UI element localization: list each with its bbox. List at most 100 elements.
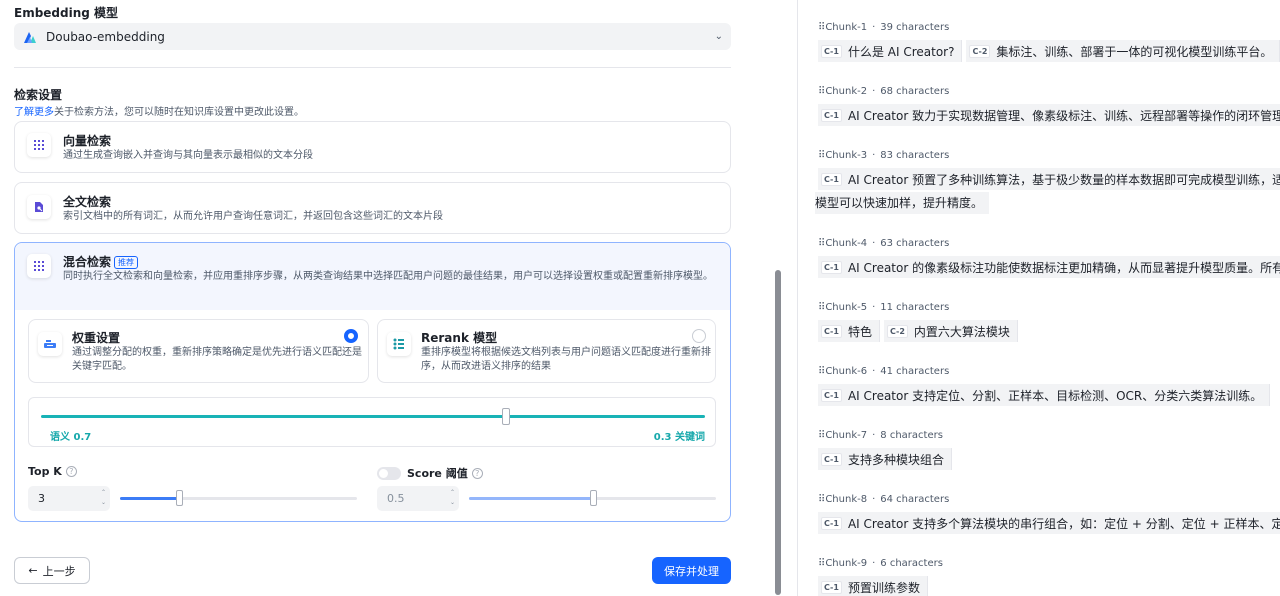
doubao-logo-icon	[24, 31, 36, 43]
segment-text: AI Creator 预置了多种训练算法，基于极少数量的样本数据即可完成模型训练…	[847, 172, 1280, 187]
chunk-segment[interactable]: C-1 AI Creator 的像素级标注功能使数据标注更加精确，从而显著提升模型…	[818, 256, 1280, 278]
chunk-separator: ·	[872, 302, 876, 313]
weight-setting-title: 权重设置	[72, 331, 121, 345]
save-and-process-button[interactable]: 保存并处理	[652, 557, 731, 584]
chunk-item[interactable]: ⠿ Chunk-4 · 63 characters C-1 AI Creator 的像素级…	[818, 238, 1280, 278]
chunk-name: Chunk-5	[825, 302, 868, 313]
topk-slider-knob[interactable]	[176, 490, 184, 506]
topk-label: Top K?	[28, 465, 77, 478]
score-slider-knob[interactable]	[589, 490, 597, 506]
topk-input[interactable]: 3 ⌃ ⌄	[28, 486, 110, 511]
chunk-segment[interactable]: C-1 AI Creator 致力于实现数据管理、像素级标注、训练、远程部署等操作…	[818, 104, 1280, 126]
chunk-segment[interactable]: C-2 集标注、训练、部署于一体的可视化模型训练平台。	[966, 40, 1280, 62]
section-divider	[14, 67, 731, 68]
rerank-icon	[387, 332, 411, 356]
chunk-segments: C-1 特色 C-2 内置六大算法模块	[818, 320, 1280, 342]
drag-grip-icon[interactable]: ⠿	[818, 302, 825, 313]
score-toggle[interactable]	[377, 466, 401, 480]
chunk-char-count: 11 characters	[880, 302, 950, 313]
chunk-char-count: 41 characters	[880, 366, 950, 377]
chunk-item[interactable]: ⠿ Chunk-3 · 83 characters C-1 AI Creator 预置了多…	[815, 150, 1280, 214]
help-icon[interactable]: ?	[471, 467, 483, 479]
segment-badge: C-1	[821, 324, 842, 338]
chunk-char-count: 64 characters	[880, 494, 950, 505]
chunk-segment[interactable]: C-1 AI Creator 支持定位、分割、正样本、目标检测、OCR、分类六类算…	[818, 384, 1271, 406]
chunk-header: ⠿ Chunk-6 · 41 characters	[818, 366, 1280, 377]
chunk-preview-pane: ⠿ Chunk-1 · 39 characters C-1 什么是 AI Creator?…	[797, 0, 1280, 596]
embedding-title: Embedding 模型	[14, 6, 119, 20]
chunk-segments: C-1 预置训练参数	[818, 576, 1280, 596]
scrollbar-thumb[interactable]	[775, 270, 781, 595]
chunk-item[interactable]: ⠿ Chunk-8 · 64 characters C-1 AI Creator 支持多个…	[818, 494, 1280, 534]
weight-setting-option[interactable]: 权重设置 通过调整分配的权重，重新排序策略确定是优先进行语义匹配还是关键字匹配。	[28, 319, 369, 383]
chunk-segment[interactable]: C-1 预置训练参数	[818, 576, 928, 596]
stepper-arrows-icon[interactable]: ⌃ ⌄	[450, 488, 455, 508]
chunk-separator: ·	[872, 430, 876, 441]
retrieval-hint-text: 关于检索方法，您可以随时在知识库设置中更改此设置。	[54, 107, 304, 118]
stepper-arrows-icon[interactable]: ⌃ ⌄	[101, 488, 106, 508]
chunk-item[interactable]: ⠿ Chunk-2 · 68 characters C-1 AI Creator 致力于实…	[818, 86, 1280, 126]
topk-value: 3	[38, 492, 45, 505]
chunk-item[interactable]: ⠿ Chunk-5 · 11 characters C-1 特色 C-2 内置六大算法模块	[818, 302, 1280, 342]
chunk-item[interactable]: ⠿ Chunk-1 · 39 characters C-1 什么是 AI Creator?…	[818, 22, 1280, 62]
chunk-segment[interactable]: C-1 AI Creator 预置了多种训练算法，基于极少数量的样本数据即可完成模…	[818, 168, 1280, 190]
chunk-header: ⠿ Chunk-3 · 83 characters	[818, 150, 1280, 161]
semantic-weight-label: 语义 0.7	[50, 432, 92, 443]
segment-text: 内置六大算法模块	[913, 324, 1010, 339]
chunk-header: ⠿ Chunk-4 · 63 characters	[818, 238, 1280, 249]
chunk-header: ⠿ Chunk-2 · 68 characters	[818, 86, 1280, 97]
drag-grip-icon[interactable]: ⠿	[818, 150, 825, 161]
chunk-char-count: 68 characters	[880, 86, 950, 97]
fulltext-search-desc: 索引文档中的所有词汇，从而允许用户查询任意词汇，并返回包含这些词汇的文本片段	[63, 211, 443, 222]
score-input[interactable]: 0.5 ⌃ ⌄	[377, 486, 459, 511]
chunk-segment[interactable]: C-1 什么是 AI Creator?	[818, 40, 963, 62]
settings-pane: Embedding 模型 Doubao-embedding ⌄ 检索设置 了解更…	[0, 0, 775, 596]
drag-grip-icon[interactable]: ⠿	[818, 494, 825, 505]
previous-step-button[interactable]: ← 上一步	[14, 557, 90, 584]
recommended-badge: 推荐	[114, 256, 139, 269]
chunk-separator: ·	[872, 366, 876, 377]
fulltext-search-title: 全文检索	[63, 195, 112, 209]
weight-radio[interactable]	[344, 329, 358, 343]
segment-text: 预置训练参数	[847, 580, 920, 595]
fulltext-search-option[interactable]: 全文检索 索引文档中的所有词汇，从而允许用户查询任意词汇，并返回包含这些词汇的文…	[14, 182, 731, 234]
segment-badge: C-1	[821, 580, 842, 594]
rerank-model-title: Rerank 模型	[421, 331, 498, 345]
weight-slider-track[interactable]	[41, 415, 705, 418]
chunk-segment[interactable]: C-1 AI Creator 支持多个算法模块的串行组合，如：定位 + 分割、定位…	[818, 512, 1280, 534]
rerank-radio[interactable]	[692, 329, 706, 343]
drag-grip-icon[interactable]: ⠿	[818, 22, 825, 33]
vector-search-desc: 通过生成查询嵌入并查询与其向量表示最相似的文本分段	[63, 150, 313, 161]
chunk-segments: C-1 AI Creator 支持多个算法模块的串行组合，如：定位 + 分割、定位…	[818, 512, 1280, 534]
drag-grip-icon[interactable]: ⠿	[818, 366, 825, 377]
chunk-name: Chunk-2	[825, 86, 868, 97]
chunk-separator: ·	[872, 150, 876, 161]
score-slider[interactable]	[469, 490, 716, 506]
topk-slider[interactable]	[120, 490, 357, 506]
drag-grip-icon[interactable]: ⠿	[818, 430, 825, 441]
learn-more-link[interactable]: 了解更多	[14, 107, 54, 118]
drag-grip-icon[interactable]: ⠿	[818, 238, 825, 249]
chunk-segment[interactable]: C-2 内置六大算法模块	[883, 320, 1018, 342]
chunk-segment[interactable]: C-1 支持多种模块组合	[818, 448, 952, 470]
embedding-model-select[interactable]: Doubao-embedding ⌄	[14, 23, 731, 50]
weight-setting-desc: 通过调整分配的权重，重新排序策略确定是优先进行语义匹配还是关键字匹配。	[72, 347, 362, 372]
vector-search-option[interactable]: 向量检索 通过生成查询嵌入并查询与其向量表示最相似的文本分段	[14, 121, 731, 173]
chunk-segment[interactable]: C-1 特色	[818, 320, 880, 342]
weight-slider-box: 语义 0.7 0.3 关键词	[28, 397, 716, 447]
chunk-name: Chunk-3	[825, 150, 868, 161]
drag-grip-icon[interactable]: ⠿	[818, 558, 825, 569]
segment-badge: C-2	[969, 44, 991, 58]
score-value: 0.5	[387, 492, 405, 505]
score-label: Score 阈值?	[377, 465, 483, 481]
help-icon[interactable]: ?	[65, 466, 77, 477]
chunk-header: ⠿ Chunk-5 · 11 characters	[818, 302, 1280, 313]
topk-label-text: Top K	[28, 465, 62, 478]
chunk-item[interactable]: ⠿ Chunk-7 · 8 characters C-1 支持多种模块组合	[818, 430, 1280, 470]
weight-slider-handle[interactable]	[501, 408, 510, 425]
retrieval-title: 检索设置	[14, 88, 63, 102]
chunk-item[interactable]: ⠿ Chunk-6 · 41 characters C-1 AI Creator 支持定位…	[818, 366, 1280, 406]
drag-grip-icon[interactable]: ⠿	[818, 86, 825, 97]
rerank-model-option[interactable]: Rerank 模型 重排序模型将根据候选文档列表与用户问题语义匹配度进行重新排序…	[377, 319, 716, 383]
chunk-item[interactable]: ⠿ Chunk-9 · 6 characters C-1 预置训练参数	[818, 558, 1280, 596]
